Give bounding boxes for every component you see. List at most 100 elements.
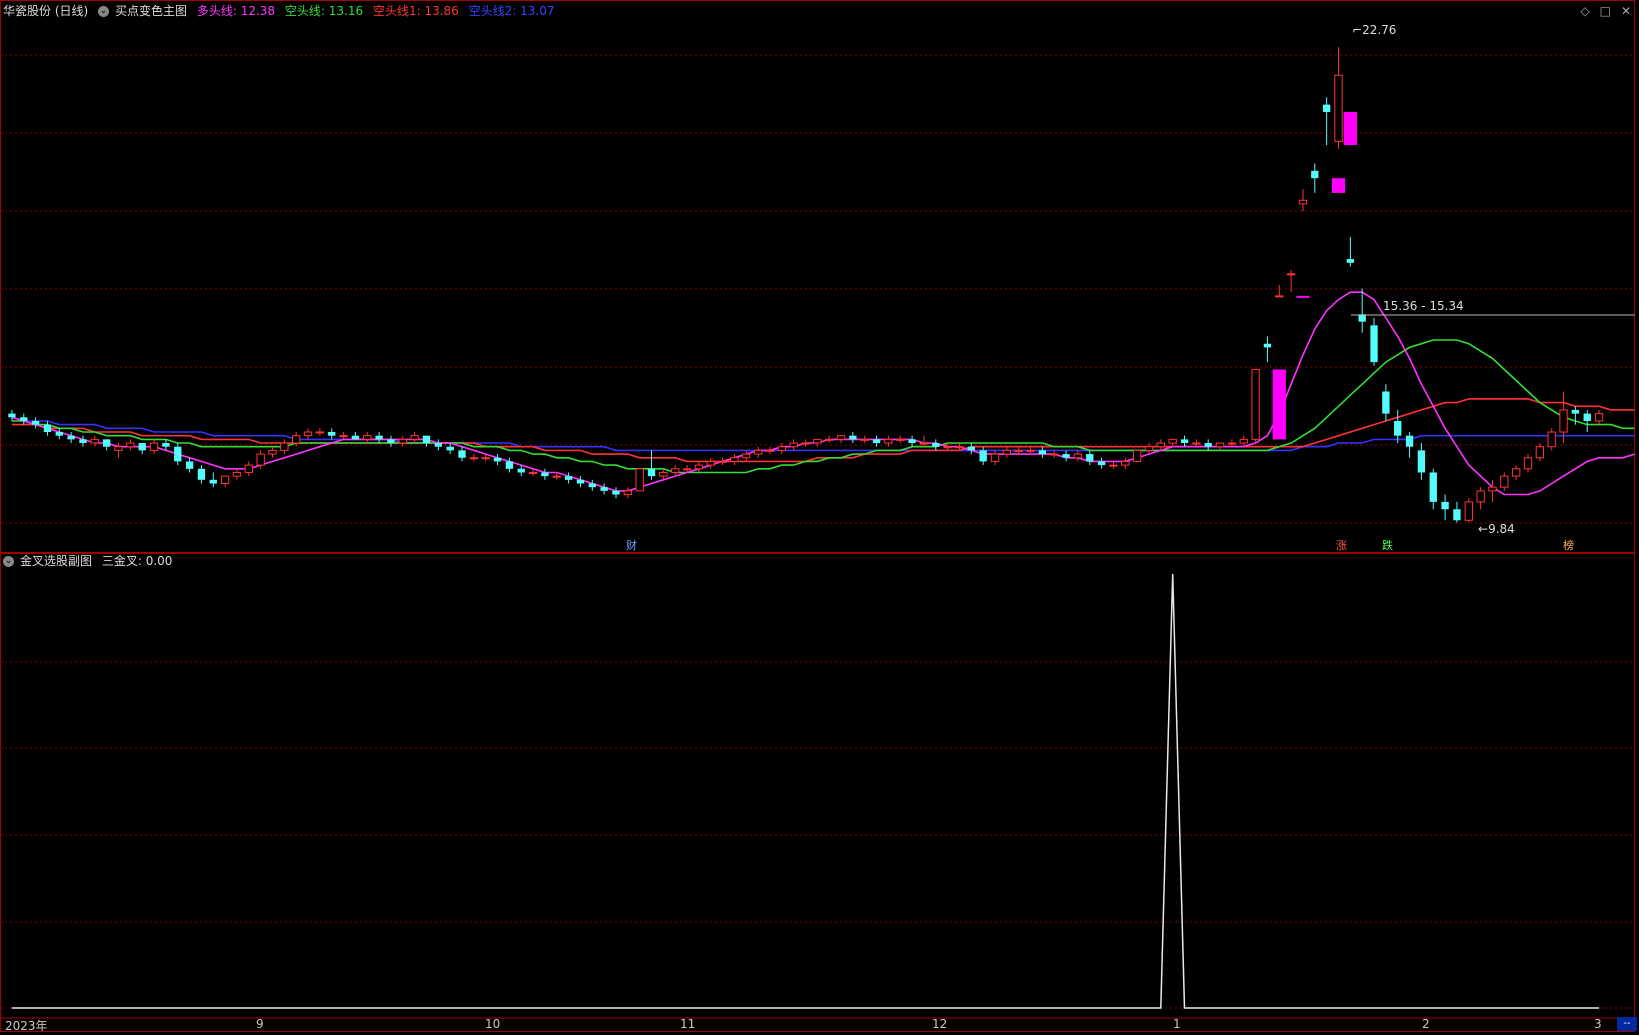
candle-body <box>244 464 253 473</box>
candle-body <box>1215 442 1225 448</box>
candle-body <box>1239 438 1248 444</box>
stock-title[interactable]: 华瓷股份 (日线) <box>3 4 88 18</box>
candle-body <box>446 446 454 451</box>
candle-body <box>825 438 834 441</box>
candle-body <box>742 453 751 459</box>
candle-body <box>1062 454 1070 458</box>
candle-body <box>1429 472 1437 502</box>
candle-body <box>268 449 277 455</box>
candle-body <box>493 457 502 462</box>
candle-body <box>576 479 585 484</box>
candle-body <box>387 439 395 444</box>
candle-body <box>765 449 775 452</box>
candle-body <box>339 435 348 438</box>
bear-line2-value: 空头线2: 13.07 <box>468 4 555 18</box>
candle-body <box>979 450 987 462</box>
candle-body <box>303 431 313 437</box>
candle-body <box>1417 450 1426 473</box>
candle-body <box>635 468 644 492</box>
candle-body <box>67 435 75 440</box>
candle-body <box>20 417 28 421</box>
candle-body <box>375 435 383 440</box>
indicator-name[interactable]: 买点变色主图 <box>115 4 187 18</box>
candle-body <box>458 450 466 458</box>
bear1-line <box>11 398 1635 463</box>
signal-bar <box>1296 295 1310 298</box>
diamond-icon[interactable]: ◇ <box>1580 4 1589 18</box>
sub-panel-border <box>0 553 1635 1032</box>
bear-line-value: 空头线: 13.16 <box>284 4 364 18</box>
candle-body <box>1263 343 1272 348</box>
candle-body <box>1547 431 1556 448</box>
candle-body <box>718 460 727 463</box>
candle-body <box>1227 442 1237 445</box>
sub-indicator-line <box>11 573 1600 1009</box>
candle-body <box>1394 420 1402 436</box>
candle-body <box>1275 295 1284 298</box>
candle-body <box>813 438 822 444</box>
candle-body <box>79 439 87 444</box>
candle-body <box>1571 409 1580 414</box>
scroll-indicator[interactable]: -- <box>1617 1017 1637 1031</box>
candle-body <box>114 446 123 451</box>
candle-body <box>682 468 692 471</box>
x-tick-label: 1 <box>1173 1017 1181 1031</box>
indicator-toggle-icon[interactable]: ⌄ <box>98 6 110 17</box>
candle-body <box>1583 413 1591 421</box>
expand-icon[interactable]: □ <box>1600 4 1611 18</box>
candle-body <box>600 487 608 491</box>
candles-group <box>8 47 1604 523</box>
event-marker-limit-down[interactable]: 跌 <box>1382 537 1393 553</box>
candle-body <box>1334 74 1343 142</box>
candle-body <box>528 471 538 474</box>
candle-body <box>1453 509 1461 521</box>
candle-body <box>1156 442 1166 448</box>
candle-body <box>1204 443 1212 447</box>
low-price-label: ←9.84 <box>1478 522 1515 536</box>
kline-chart[interactable] <box>0 0 1639 1035</box>
candle-body <box>220 475 230 484</box>
candle-body <box>1086 454 1094 462</box>
candle-body <box>256 453 265 466</box>
event-marker-rank[interactable]: 榜 <box>1563 537 1574 553</box>
event-marker-finance[interactable]: 财 <box>626 537 637 553</box>
candle-body <box>1322 104 1331 112</box>
candle-body <box>1500 475 1509 488</box>
candle-body <box>1559 409 1568 433</box>
sub-indicator-name[interactable]: 金叉选股副图 <box>20 554 92 568</box>
sub-indicator-toggle-icon[interactable]: ⌄ <box>3 556 14 567</box>
candle-body <box>410 435 419 440</box>
candle-body <box>1382 391 1390 414</box>
candle-body <box>896 438 905 441</box>
candle-body <box>1286 273 1296 276</box>
candle-body <box>943 446 952 449</box>
candle-body <box>1251 368 1260 440</box>
candle-body <box>517 468 525 473</box>
candle-body <box>280 442 289 451</box>
close-icon[interactable]: ✕ <box>1621 4 1631 18</box>
signal-bar <box>1272 369 1286 440</box>
candle-body <box>612 490 620 495</box>
candle-body <box>363 435 372 440</box>
candle-body <box>1050 453 1059 456</box>
event-marker-limit-up[interactable]: 涨 <box>1336 537 1347 553</box>
ma-lines <box>11 291 1635 496</box>
sub-line <box>11 573 1600 1009</box>
bull-line-value: 多头线: 12.38 <box>196 4 276 18</box>
candle-body <box>8 413 16 418</box>
candle-body <box>564 476 573 480</box>
candle-body <box>1594 413 1604 422</box>
candle-body <box>836 435 846 440</box>
candle-body <box>659 471 668 477</box>
candle-body <box>315 431 325 434</box>
candle-body <box>753 449 763 455</box>
candle-body <box>292 435 301 444</box>
candle-body <box>801 442 810 445</box>
candle-body <box>197 468 206 480</box>
candle-body <box>209 479 217 484</box>
candle-body <box>1488 486 1497 492</box>
candle-body <box>706 460 715 466</box>
candle-body <box>469 457 479 460</box>
signal-bar <box>1331 178 1346 193</box>
signal-bar <box>1343 111 1357 146</box>
